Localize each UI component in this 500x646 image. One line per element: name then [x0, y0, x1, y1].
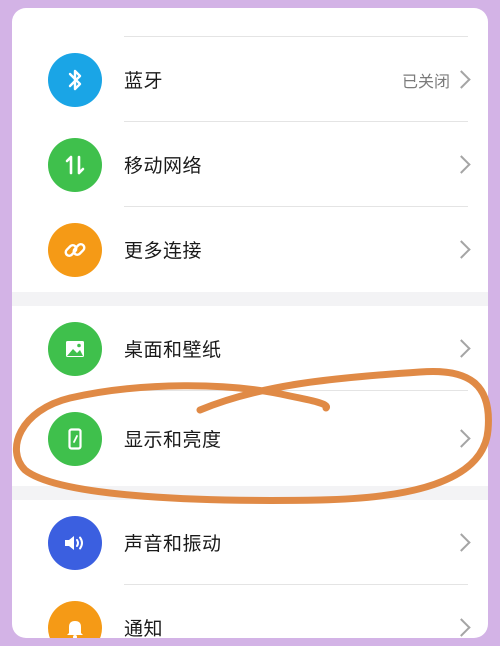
chevron-right-icon [452, 617, 471, 637]
group-separator [12, 486, 488, 500]
settings-item-bluetooth[interactable]: 蓝牙 已关闭 [12, 37, 488, 122]
bluetooth-icon [48, 52, 102, 107]
settings-item-notification[interactable]: 通知 [12, 585, 488, 638]
chevron-right-icon [452, 154, 471, 174]
wallpaper-icon [48, 321, 102, 376]
settings-item-value: 已关闭 [401, 71, 450, 91]
chevron-right-icon [452, 532, 471, 552]
settings-item-label: 更多连接 [124, 240, 203, 262]
settings-item-more-connections[interactable]: 更多连接 [12, 207, 488, 292]
chevron-right-icon [452, 69, 471, 89]
display-icon [48, 411, 102, 466]
settings-item-display-brightness[interactable]: 显示和亮度 [12, 391, 488, 486]
bell-icon [48, 600, 102, 638]
group-separator [12, 292, 488, 306]
settings-item-sound-vibration[interactable]: 声音和振动 [12, 500, 488, 585]
chevron-right-icon [452, 239, 471, 259]
settings-item-label: 声音和振动 [124, 533, 222, 555]
settings-item-label: 移动网络 [124, 155, 203, 177]
settings-item-label: 显示和亮度 [124, 429, 222, 451]
link-icon [48, 222, 102, 277]
settings-item-mobile-network[interactable]: 移动网络 [12, 122, 488, 207]
settings-item-label: 蓝牙 [124, 70, 164, 92]
chevron-right-icon [452, 338, 471, 358]
settings-item-label: 桌面和壁纸 [124, 339, 222, 361]
sound-icon [48, 515, 102, 570]
settings-item-wallpaper[interactable]: 桌面和壁纸 [12, 306, 488, 391]
settings-item-label: 通知 [124, 618, 164, 638]
mobile-network-icon [48, 137, 102, 192]
chevron-right-icon [452, 428, 471, 448]
settings-panel: 蓝牙 已关闭 移动网络 更多连接 桌面和壁纸 显示和亮度 声音和振动 通知 [12, 8, 488, 638]
